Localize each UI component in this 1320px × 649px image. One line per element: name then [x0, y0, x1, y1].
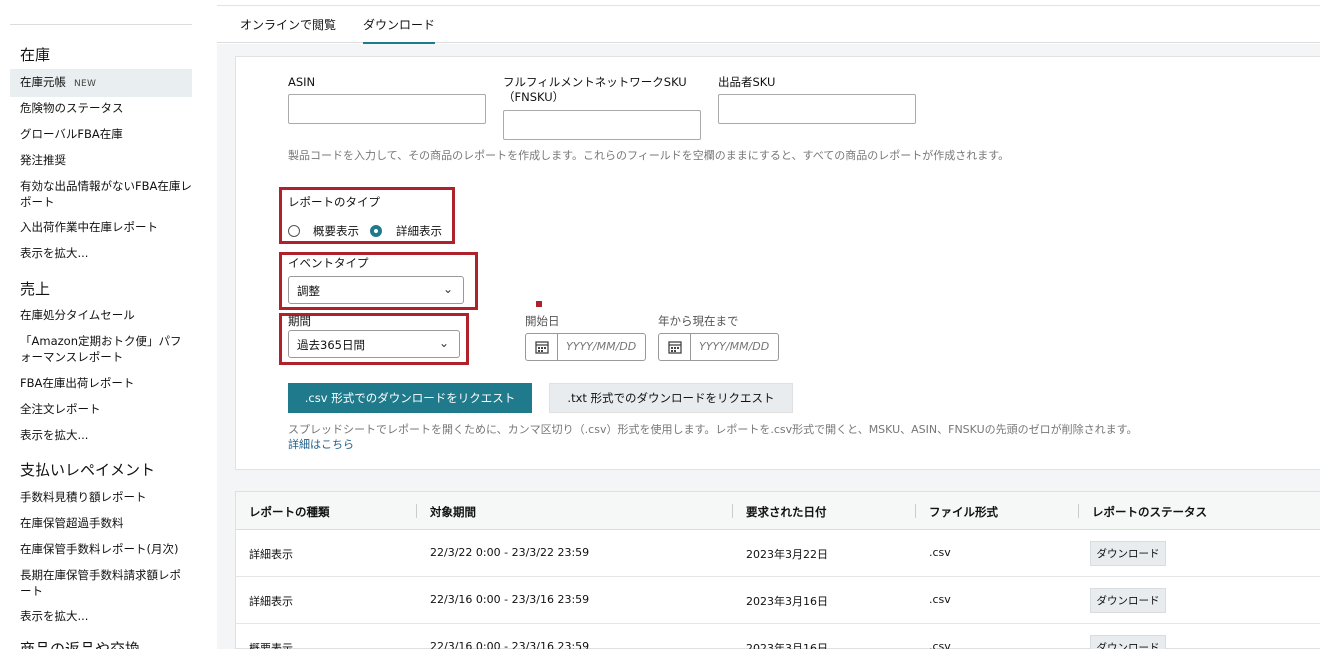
event-type-value: 調整: [297, 284, 320, 298]
request-csv-button[interactable]: .csv 形式でのダウンロードをリクエスト: [288, 383, 532, 413]
col-requested-date: 要求された日付: [746, 505, 827, 519]
required-marker: [536, 301, 542, 307]
sidebar-item-fee-preview[interactable]: 手数料見積り額レポート: [20, 489, 192, 505]
sidebar-item-global-fba[interactable]: グローバルFBA在庫: [20, 126, 192, 142]
request-txt-button[interactable]: .txt 形式でのダウンロードをリクエスト: [549, 383, 793, 413]
table-row: 概要表示 22/3/16 0:00 - 23/3/16 23:59 2023年3…: [236, 624, 1320, 649]
table-row: 詳細表示 22/3/16 0:00 - 23/3/16 23:59 2023年3…: [236, 577, 1320, 624]
end-date-label: 年から現在まで: [658, 314, 739, 328]
seller-sku-input[interactable]: [718, 94, 916, 124]
radio-summary[interactable]: [288, 225, 300, 237]
start-date-input[interactable]: YYYY/MM/DD: [525, 333, 646, 361]
download-button[interactable]: ダウンロード: [1090, 588, 1166, 613]
col-status: レポートのステータス: [1092, 505, 1207, 519]
radio-detail-label: 詳細表示: [396, 224, 442, 238]
radio-detail[interactable]: [370, 225, 382, 237]
sidebar-item-show-more-sales[interactable]: 表示を拡大...: [20, 427, 192, 443]
cell-format: .csv: [929, 593, 951, 606]
end-date-placeholder: YYYY/MM/DD: [699, 340, 770, 353]
sidebar-item-label: 在庫元帳: [20, 75, 66, 89]
asin-input[interactable]: [288, 94, 486, 124]
seller-sku-label: 出品者SKU: [718, 75, 776, 89]
start-date-placeholder: YYYY/MM/DD: [566, 340, 637, 353]
sidebar-section-payments: 支払いレペイメント: [20, 461, 156, 479]
calendar-icon[interactable]: [526, 334, 558, 360]
tab-bar: オンラインで閲覧 ダウンロード: [217, 0, 1320, 44]
col-period: 対象期間: [430, 505, 476, 519]
radio-summary-label: 概要表示: [313, 224, 359, 238]
sidebar-item-all-orders[interactable]: 全注文レポート: [20, 401, 192, 417]
cell-period: 22/3/22 0:00 - 23/3/22 23:59: [430, 546, 590, 559]
request-form-panel: ASIN フルフィルメントネットワークSKU（FNSKU） 出品者SKU 製品コ…: [235, 56, 1320, 470]
fnsku-label: フルフィルメントネットワークSKU（FNSKU）: [503, 75, 687, 104]
sidebar-item-subscribe-save[interactable]: 「Amazon定期おトク便」パフォーマンスレポート: [20, 333, 192, 365]
cell-type: 詳細表示: [249, 595, 293, 608]
sidebar-item-clearance[interactable]: 在庫処分タイムセール: [20, 307, 192, 323]
tab-online-view[interactable]: オンラインで閲覧: [240, 16, 336, 33]
cell-format: .csv: [929, 640, 951, 649]
tab-download[interactable]: ダウンロード: [363, 16, 436, 44]
report-type-label: レポートのタイプ: [288, 195, 380, 209]
cell-requested: 2023年3月22日: [746, 548, 828, 561]
sidebar-item-show-more-inventory[interactable]: 表示を拡大...: [20, 245, 192, 261]
start-date-label: 開始日: [525, 314, 560, 328]
period-select[interactable]: 過去365日間 ⌄: [288, 330, 460, 358]
sidebar-item-fba-shipments[interactable]: FBA在庫出荷レポート: [20, 375, 192, 391]
chevron-down-icon: ⌄: [442, 282, 453, 296]
end-date-input[interactable]: YYYY/MM/DD: [658, 333, 779, 361]
sidebar-item-restock[interactable]: 発注推奨: [20, 152, 192, 168]
sidebar-section-sales: 売上: [20, 280, 51, 298]
event-type-select[interactable]: 調整 ⌄: [288, 276, 464, 304]
sidebar-item-overage-fee[interactable]: 在庫保管超過手数料: [20, 515, 192, 531]
sidebar-item-inventory-ledger[interactable]: 在庫元帳 NEW: [10, 69, 192, 97]
col-file-format: ファイル形式: [929, 505, 998, 519]
download-button[interactable]: ダウンロード: [1090, 635, 1166, 649]
product-code-help: 製品コードを入力して、その商品のレポートを作成します。これらのフィールドを空欄の…: [288, 149, 1010, 162]
period-label: 期間: [288, 314, 311, 328]
cell-requested: 2023年3月16日: [746, 642, 828, 649]
cell-requested: 2023年3月16日: [746, 595, 828, 608]
event-type-label: イベントタイプ: [288, 256, 369, 270]
col-report-type: レポートの種類: [249, 505, 330, 519]
chevron-down-icon: ⌄: [438, 336, 449, 350]
asin-label: ASIN: [288, 75, 316, 89]
sidebar-divider: [10, 24, 192, 25]
sidebar-item-long-term-storage[interactable]: 長期在庫保管手数料請求額レポート: [20, 567, 192, 599]
sidebar-section-returns: 商品の返品や交換: [20, 640, 141, 649]
sidebar-item-dangerous-goods[interactable]: 危険物のステータス: [20, 100, 192, 116]
table-header: レポートの種類 対象期間 要求された日付 ファイル形式 レポートのステータス: [236, 492, 1320, 530]
sidebar: 在庫 在庫元帳 NEW 危険物のステータス グローバルFBA在庫 発注推奨 有効な…: [0, 0, 200, 649]
download-button[interactable]: ダウンロード: [1090, 541, 1166, 566]
fnsku-input[interactable]: [503, 110, 701, 140]
calendar-icon[interactable]: [659, 334, 691, 360]
reports-table: レポートの種類 対象期間 要求された日付 ファイル形式 レポートのステータス 詳…: [235, 491, 1320, 649]
csv-note: スプレッドシートでレポートを開くために、カンマ区切り（.csv）形式を使用します…: [288, 423, 1138, 436]
learn-more-link[interactable]: 詳細はこちら: [288, 437, 354, 452]
sidebar-item-show-more-payments[interactable]: 表示を拡大...: [20, 608, 192, 624]
period-value: 過去365日間: [297, 338, 365, 352]
cell-type: 詳細表示: [249, 548, 293, 561]
sidebar-item-stranded[interactable]: 有効な出品情報がないFBA在庫レポート: [20, 178, 192, 210]
sidebar-item-reserved[interactable]: 入出荷作業中在庫レポート: [20, 219, 192, 235]
cell-period: 22/3/16 0:00 - 23/3/16 23:59: [430, 640, 590, 649]
table-row: 詳細表示 22/3/22 0:00 - 23/3/22 23:59 2023年3…: [236, 530, 1320, 577]
cell-format: .csv: [929, 546, 951, 559]
sidebar-section-inventory: 在庫: [20, 46, 51, 64]
cell-period: 22/3/16 0:00 - 23/3/16 23:59: [430, 593, 590, 606]
sidebar-item-storage-fee[interactable]: 在庫保管手数料レポート(月次): [20, 541, 192, 557]
new-badge: NEW: [74, 79, 97, 89]
cell-type: 概要表示: [249, 642, 293, 649]
